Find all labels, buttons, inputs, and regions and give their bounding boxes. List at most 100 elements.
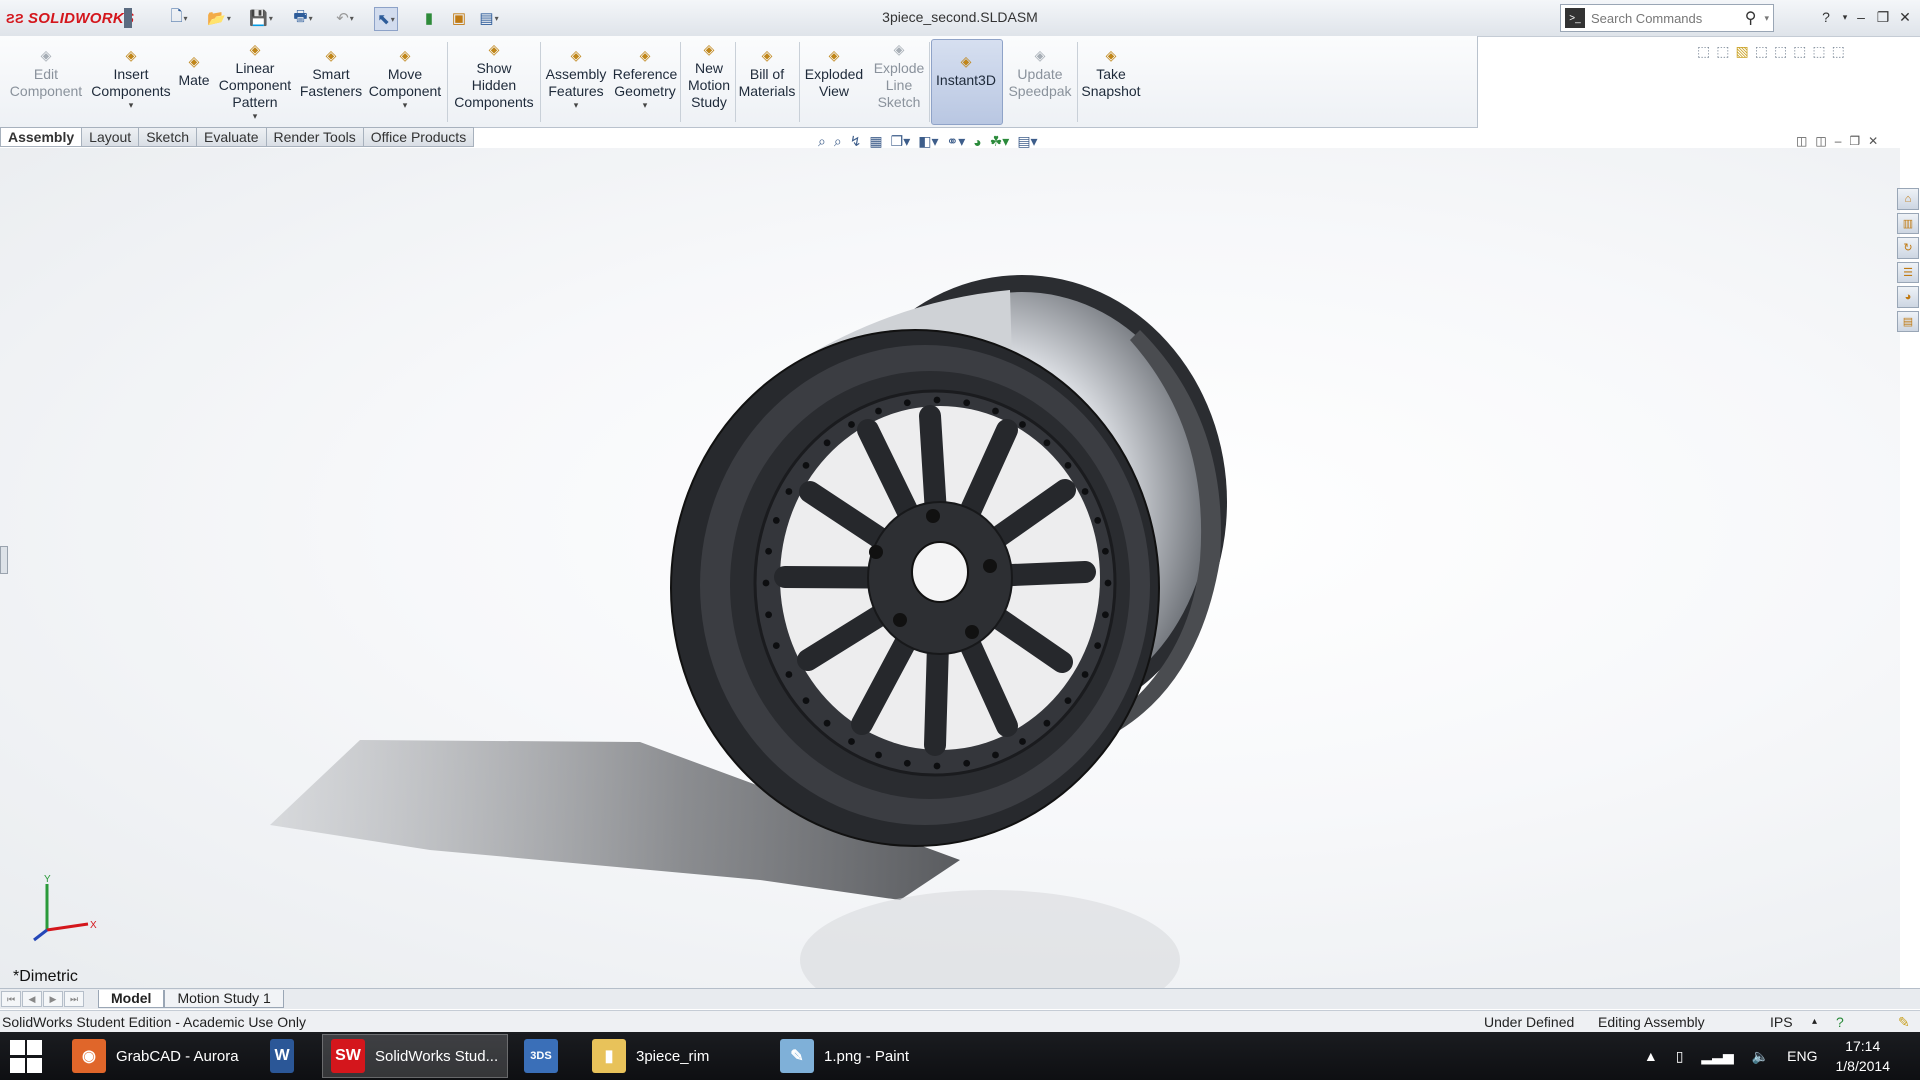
toolbar-icon[interactable]: ⬚ — [1716, 43, 1729, 60]
minimize-icon[interactable]: – — [1850, 6, 1872, 28]
split-view-2-icon[interactable]: ◫ — [1815, 134, 1826, 148]
tab-layout[interactable]: Layout — [82, 127, 140, 147]
bottom-tab-motion-study-1[interactable]: Motion Study 1 — [164, 990, 284, 1008]
appearances-icon[interactable]: ◕ — [1897, 286, 1919, 308]
help-status-icon[interactable]: ? — [1836, 1011, 1844, 1033]
edit-component-button[interactable]: ◈ Edit Component — [2, 46, 90, 130]
reference-geometry-button[interactable]: ◈ Reference Geometry ▾ — [609, 46, 681, 130]
toolbar-icon[interactable]: ⬚ — [1774, 43, 1787, 60]
search-commands-box[interactable]: >_ Search Commands ⚲ ▾ — [1560, 4, 1774, 32]
first-tab-icon[interactable]: ⏮ — [1, 991, 21, 1007]
linear-component-pattern-button[interactable]: ◈ Linear Component Pattern ▾ — [214, 40, 296, 124]
command-tabs: Assembly Layout Sketch Evaluate Render Tools… — [0, 127, 475, 147]
units-selector[interactable]: IPS — [1770, 1011, 1793, 1033]
rim-bolt — [903, 759, 911, 767]
move-component-icon: ◈ — [399, 46, 411, 63]
save-icon[interactable]: 💾 ▾ — [249, 7, 273, 29]
solidworks-logo[interactable]: ƧƧ SOLIDWORKS — [0, 0, 134, 36]
units-dropdown-icon[interactable]: ▴ — [1812, 1011, 1817, 1033]
search-input[interactable]: Search Commands — [1591, 11, 1702, 26]
tab-assembly[interactable]: Assembly — [0, 127, 83, 147]
options-icon[interactable]: ▤ ▾ — [478, 7, 500, 29]
feature-manager-handle[interactable] — [0, 546, 8, 574]
tab-evaluate[interactable]: Evaluate — [197, 127, 267, 147]
volume-icon[interactable]: 🔈 — [1752, 1048, 1769, 1065]
split-view-icon[interactable]: ◫ — [1796, 134, 1807, 148]
new-motion-study-button[interactable]: ◈ New Motion Study — [680, 40, 738, 124]
rim-bolt — [1019, 738, 1026, 745]
dropdown-arrow-icon[interactable]: ▾ — [129, 100, 134, 110]
toolbar-icon[interactable]: ⬚ — [1697, 43, 1710, 60]
clock[interactable]: 17:14 1/8/2014 — [1836, 1036, 1891, 1076]
next-tab-icon[interactable]: ▶ — [43, 991, 63, 1007]
taskbar-item-3dexperience[interactable]: 3DS — [516, 1034, 570, 1078]
rim-bolt — [785, 488, 793, 495]
file-properties-icon[interactable]: ▣ — [448, 7, 470, 29]
restore-icon[interactable]: ❐ — [1872, 6, 1894, 28]
wheel-model[interactable] — [0, 148, 1900, 988]
file-explorer-icon[interactable]: ↻ — [1897, 237, 1919, 259]
last-tab-icon[interactable]: ⏭ — [64, 991, 84, 1007]
tab-office-products[interactable]: Office Products — [363, 127, 475, 147]
move-component-button[interactable]: ◈ Move Component ▾ — [364, 46, 446, 130]
explode-line-sketch-label: Explode Line Sketch — [873, 60, 925, 110]
prev-tab-icon[interactable]: ◀ — [22, 991, 42, 1007]
open-icon[interactable]: 📂 ▾ — [207, 7, 231, 29]
print-icon[interactable]: 🖶 ▾ — [292, 7, 314, 29]
tab-render-tools[interactable]: Render Tools — [266, 127, 364, 147]
graphics-area[interactable]: Y X — [0, 148, 1900, 988]
assembly-features-button[interactable]: ◈ Assembly Features ▾ — [543, 46, 609, 130]
tab-sketch[interactable]: Sketch — [139, 127, 198, 147]
toolbar-icon[interactable]: ⬚ — [1793, 43, 1806, 60]
taskbar-item-firefox[interactable]: ◉ GrabCAD - Aurora — [64, 1034, 274, 1078]
design-library-icon[interactable]: ▥ — [1897, 212, 1919, 234]
toolbar-icon[interactable]: ⬚ — [1755, 43, 1768, 60]
show-hidden-components-button[interactable]: ◈ Show Hidden Components — [449, 40, 539, 124]
taskbar-item-word[interactable]: W — [262, 1034, 304, 1078]
instant3d-button[interactable]: ◈ Instant3D — [931, 52, 1001, 136]
language-indicator[interactable]: ENG — [1787, 1048, 1817, 1064]
paint-icon: ✎ — [780, 1039, 814, 1073]
smart-fasteners-button[interactable]: ◈ Smart Fasteners — [296, 46, 366, 130]
solidworks-icon: SW — [331, 1039, 365, 1073]
toolbar-icon[interactable]: ▧ — [1735, 43, 1748, 60]
toolbar-icon[interactable]: ⬚ — [1832, 43, 1845, 60]
insert-components-button[interactable]: ◈ Insert Components ▾ — [88, 46, 174, 130]
menu-flyout-arrow-icon[interactable] — [124, 8, 132, 28]
toolbar-icon[interactable]: ⬚ — [1812, 43, 1825, 60]
viewport-minimize-icon[interactable]: – — [1835, 134, 1842, 148]
explode-line-sketch-button[interactable]: ◈ Explode Line Sketch — [868, 40, 930, 124]
taskbar-item-solidworks[interactable]: SW SolidWorks Stud... — [322, 1034, 508, 1078]
update-speedpak-button[interactable]: ◈ Update Speedpak — [1005, 46, 1075, 130]
rebuild-icon[interactable]: ▮ — [418, 7, 440, 29]
mate-button[interactable]: ◈ Mate — [176, 52, 212, 136]
viewport-restore-icon[interactable]: ❐ — [1849, 134, 1860, 148]
view-palette-icon[interactable]: ☰ — [1897, 261, 1919, 283]
taskbar-item-paint[interactable]: ✎ 1.png - Paint — [772, 1034, 964, 1078]
clock-date: 1/8/2014 — [1835, 1058, 1891, 1074]
select-icon[interactable]: ⬉ ▾ — [374, 7, 398, 31]
custom-properties-icon[interactable]: ▤ — [1897, 310, 1919, 332]
home-icon[interactable]: ⌂ — [1897, 188, 1919, 210]
dropdown-arrow-icon[interactable]: ▾ — [643, 100, 648, 110]
search-icon[interactable]: ⚲ — [1745, 8, 1757, 28]
take-snapshot-button[interactable]: ◈ Take Snapshot — [1078, 46, 1144, 130]
viewport-close-icon[interactable]: ✕ — [1868, 134, 1878, 148]
bottom-tab-model[interactable]: Model — [98, 990, 165, 1008]
separator — [799, 42, 800, 122]
power-icon[interactable]: ▯ — [1676, 1048, 1684, 1065]
network-icon[interactable]: ▂▃▅ — [1701, 1048, 1733, 1065]
search-dropdown-icon[interactable]: ▾ — [1764, 13, 1769, 24]
show-hidden-icons-icon[interactable]: ▲ — [1644, 1048, 1658, 1064]
close-icon[interactable]: ✕ — [1894, 6, 1916, 28]
windows-start-icon[interactable] — [10, 1040, 44, 1074]
dropdown-arrow-icon[interactable]: ▾ — [253, 111, 258, 121]
bill-of-materials-button[interactable]: ◈ Bill of Materials — [736, 46, 798, 130]
new-document-icon[interactable]: 🗋 ▾ — [168, 7, 190, 29]
dropdown-arrow-icon[interactable]: ▾ — [574, 100, 579, 110]
exploded-view-button[interactable]: ◈ Exploded View — [800, 46, 868, 130]
dropdown-arrow-icon[interactable]: ▾ — [403, 100, 408, 110]
undo-icon[interactable]: ↶ ▾ — [334, 7, 356, 29]
rebuild-status-icon[interactable]: ✎ — [1898, 1011, 1910, 1033]
taskbar-item-folder[interactable]: ▮ 3piece_rim — [584, 1034, 768, 1078]
